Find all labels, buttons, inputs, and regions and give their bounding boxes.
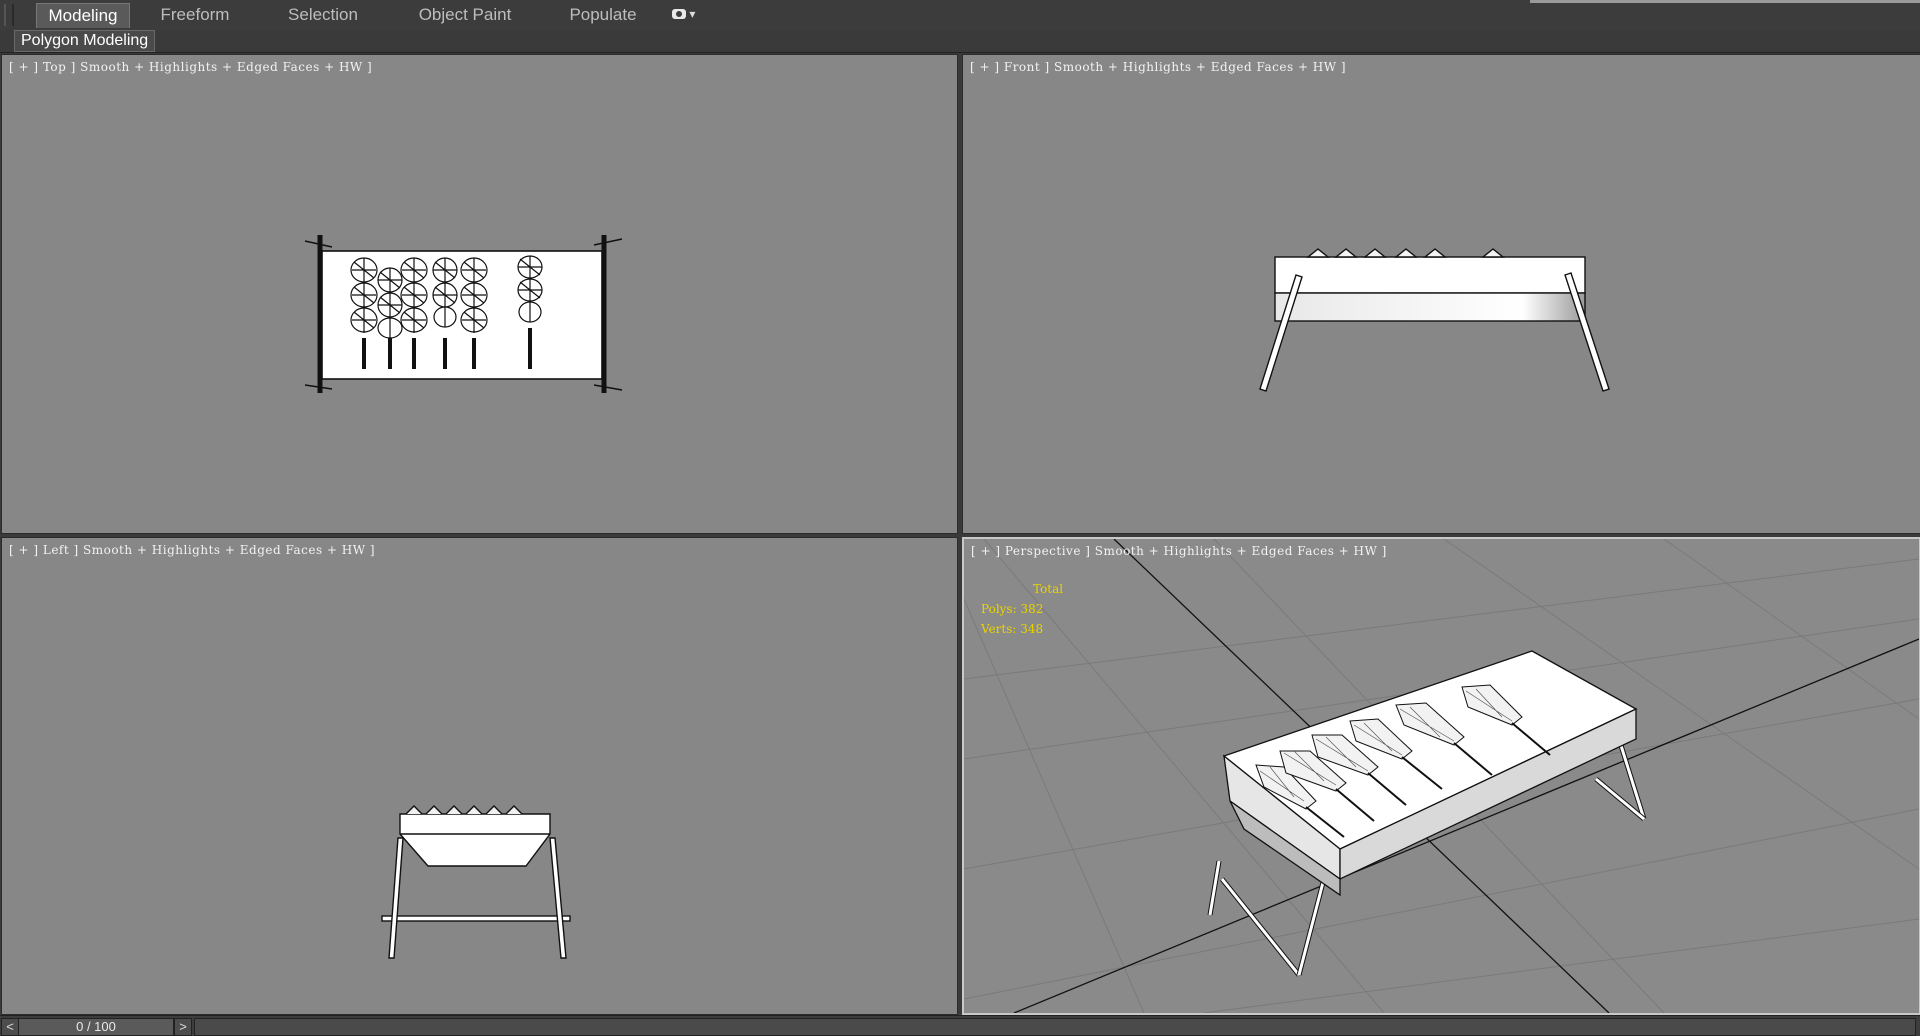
tab-freeform[interactable]: Freeform <box>150 3 240 27</box>
eye-icon <box>672 9 686 19</box>
left-view-model <box>381 805 571 959</box>
viewport-label-perspective[interactable]: [ + ] Perspective ] Smooth + Highlights … <box>971 544 1387 558</box>
stats-polys: Polys: 382 <box>981 602 1044 616</box>
ribbon-grip[interactable] <box>4 4 14 26</box>
timeline-next-button[interactable]: > <box>174 1018 192 1036</box>
ribbon-panel-bar: Polygon Modeling <box>0 30 1920 53</box>
viewport-left[interactable]: [ + ] Left ] Smooth + Highlights + Edged… <box>1 537 958 1015</box>
stats-verts: Verts: 348 <box>981 622 1044 636</box>
viewport-area: [ + ] Top ] Smooth + Highlights + Edged … <box>0 53 1920 1015</box>
timeline-prev-button[interactable]: < <box>1 1018 19 1036</box>
viewport-perspective[interactable]: [ + ] Perspective ] Smooth + Highlights … <box>962 537 1920 1015</box>
tab-modeling[interactable]: Modeling <box>36 3 130 28</box>
ribbon-display-dropdown[interactable]: ▾ <box>672 7 708 25</box>
tab-selection[interactable]: Selection <box>278 3 368 27</box>
stats-title: Total <box>1033 582 1064 596</box>
viewport-top[interactable]: [ + ] Top ] Smooth + Highlights + Edged … <box>1 54 958 534</box>
polygon-modeling-panel[interactable]: Polygon Modeling <box>14 30 156 52</box>
front-view-model <box>1259 248 1610 392</box>
time-slider[interactable]: 0 / 100 <box>18 1018 174 1036</box>
perspective-view-model <box>964 539 1919 1013</box>
viewport-front[interactable]: [ + ] Front ] Smooth + Highlights + Edge… <box>962 54 1920 534</box>
chevron-down-icon: ▾ <box>689 7 696 21</box>
top-view-model <box>304 235 623 393</box>
ribbon-tab-bar: Modeling Freeform Selection Object Paint… <box>0 0 1920 31</box>
stats-overlay: Total Polys: 382 Verts: 348 <box>981 579 1063 639</box>
timeline: < 0 / 100 > <box>0 1015 1920 1036</box>
timeline-track[interactable] <box>194 1018 1916 1036</box>
ribbon-strip <box>1530 0 1920 3</box>
tab-populate[interactable]: Populate <box>560 3 646 27</box>
tab-object-paint[interactable]: Object Paint <box>410 3 520 27</box>
